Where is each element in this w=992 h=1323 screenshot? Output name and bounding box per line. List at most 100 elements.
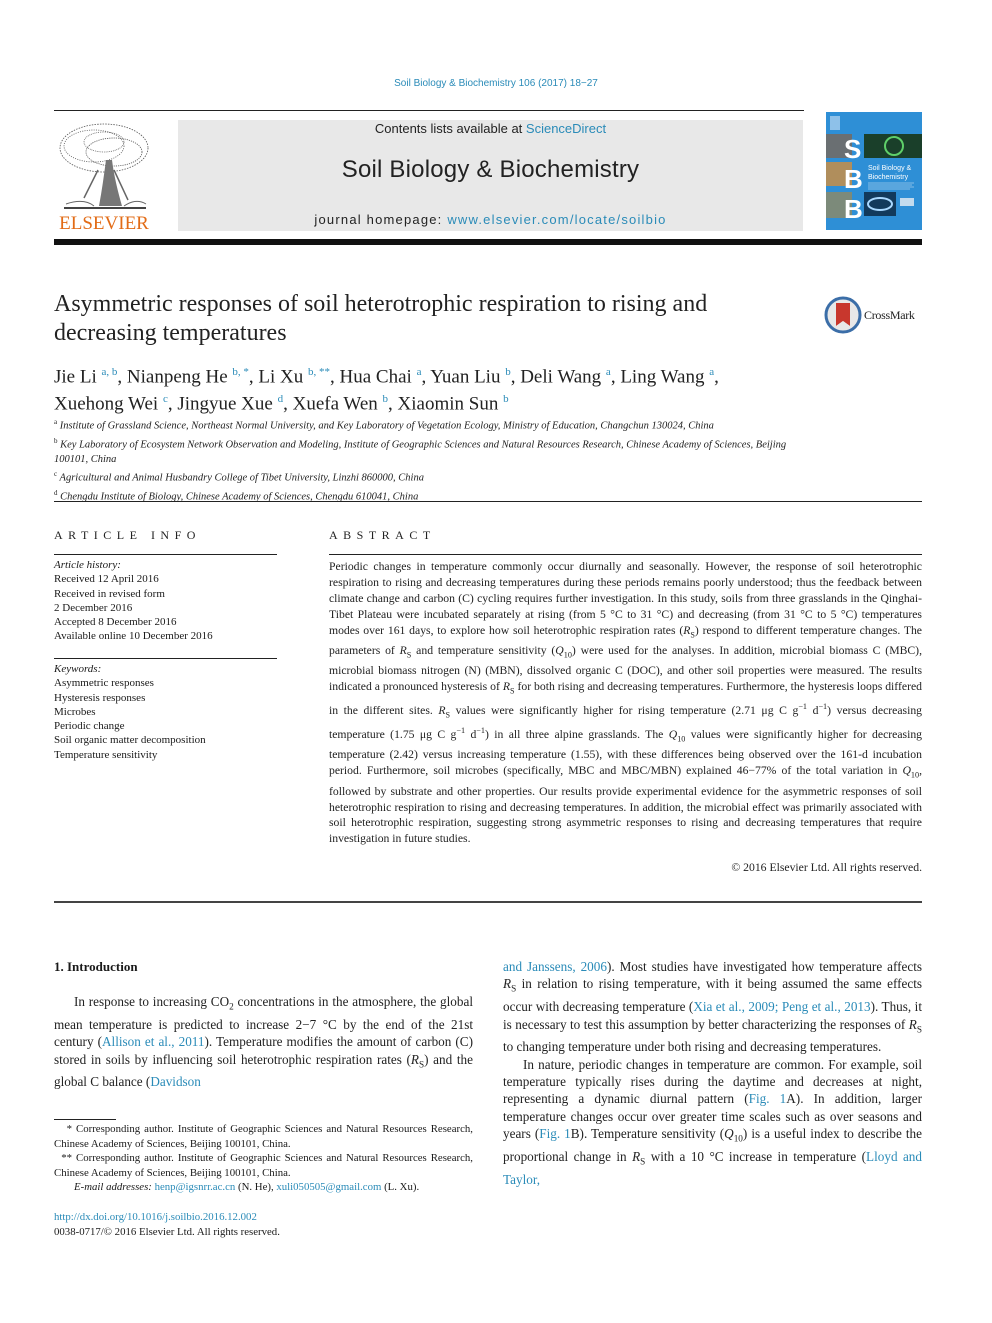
author-affiliation-mark[interactable]: a, b <box>102 366 118 378</box>
citation-link[interactable]: Lloyd and Taylor, <box>503 1149 922 1187</box>
history-item: 2 December 2016 <box>54 601 133 614</box>
section-heading-introduction: 1. Introduction <box>54 959 138 974</box>
footnotes: * Corresponding author. Institute of Geog… <box>54 1122 473 1195</box>
doi-link[interactable]: http://dx.doi.org/10.1016/j.soilbio.2016… <box>54 1210 280 1225</box>
math-symbol: RS <box>632 1148 646 1167</box>
sciencedirect-link[interactable]: ScienceDirect <box>526 121 606 136</box>
cover-title-2: Biochemistry <box>868 174 909 181</box>
elsevier-wordmark: ELSEVIER <box>59 213 149 234</box>
email-link-xu[interactable]: xuli050505@gmail.com <box>276 1181 381 1193</box>
article-info-heading: ARTICLE INFO <box>54 528 201 542</box>
elsevier-logo[interactable]: ELSEVIER <box>54 120 154 235</box>
intro-paragraph-1-cont: and Janssens, 2006). Most studies have i… <box>503 959 922 1055</box>
footnote-text: Corresponding author. Institute of Geogr… <box>54 1152 473 1179</box>
author-name[interactable]: Xuefa Wen <box>293 394 383 415</box>
math-symbol: RS <box>908 1016 922 1035</box>
affiliation-item: b Key Laboratory of Ecosystem Network Ob… <box>54 436 787 465</box>
keywords-rule <box>54 658 277 659</box>
author-name[interactable]: Nianpeng He <box>127 366 233 387</box>
author-affiliation-mark[interactable]: a <box>709 366 714 378</box>
journal-name: Soil Biology & Biochemistry <box>341 156 640 183</box>
affiliation-item: a Institute of Grassland Science, Northe… <box>54 418 714 432</box>
intro-paragraph-1: In response to increasing CO2 concentrat… <box>54 994 473 1090</box>
author-name[interactable]: Hua Chai <box>340 366 417 387</box>
email-label: E-mail addresses: <box>74 1181 152 1194</box>
article-info-rule <box>54 554 277 555</box>
author-affiliation-mark[interactable]: b, * <box>232 366 249 378</box>
author-affiliation-mark[interactable]: b <box>383 393 389 405</box>
cover-text-lines <box>868 182 914 190</box>
citation-link[interactable]: Xia et al., 2009; Peng et al., 2013 <box>693 999 870 1014</box>
footnote-mark: * <box>66 1123 72 1135</box>
email-owner: (L. Xu). <box>381 1181 420 1194</box>
citation-link[interactable]: and Janssens, 2006 <box>503 959 607 974</box>
history-item: Received in revised form <box>54 587 165 600</box>
cover-letter-b1: B <box>844 164 863 194</box>
author-affiliation-mark[interactable]: b <box>505 366 511 378</box>
superscript: −1 <box>818 702 828 712</box>
doi-block: http://dx.doi.org/10.1016/j.soilbio.2016… <box>54 1210 280 1240</box>
intro-paragraph-2: In nature, periodic changes in temperatu… <box>503 1056 923 1187</box>
author-affiliation-mark[interactable]: c <box>163 393 168 405</box>
citation-link[interactable]: Allison et al., 2011 <box>102 1034 205 1049</box>
author-name[interactable]: Ling Wang <box>620 366 709 387</box>
author-name[interactable]: Xiaomin Sun <box>398 394 504 415</box>
email-link-he[interactable]: henp@igsnrr.ac.cn <box>155 1181 236 1193</box>
homepage-line: journal homepage: www.elsevier.com/locat… <box>178 212 803 227</box>
affiliation-item: d Chengdu Institute of Biology, Chinese … <box>54 489 419 503</box>
author-affiliation-mark[interactable]: a <box>417 366 422 378</box>
footnote-text: Corresponding author. Institute of Geogr… <box>54 1123 473 1150</box>
homepage-link[interactable]: www.elsevier.com/locate/soilbio <box>447 212 666 227</box>
article-title: Asymmetric responses of soil heterotroph… <box>54 291 708 346</box>
keyword-item: Microbes <box>54 705 96 718</box>
author-affiliation-mark[interactable]: b, ** <box>308 366 330 378</box>
abstract-copyright: © 2016 Elsevier Ltd. All rights reserved… <box>731 861 922 874</box>
crossmark-button[interactable]: CrossMark <box>824 296 934 336</box>
author-name[interactable]: Yuan Liu <box>430 366 505 387</box>
author-name[interactable]: Jingyue Xue <box>177 394 277 415</box>
footnote-corresponding-1: * Corresponding author. Institute of Geog… <box>54 1122 473 1151</box>
keyword-item: Hysteresis responses <box>54 691 146 704</box>
homepage-prefix: journal homepage: <box>314 212 448 227</box>
superscript: −1 <box>476 726 485 736</box>
citation-link[interactable]: Fig. 1 <box>539 1126 571 1141</box>
math-symbol: RS <box>438 704 451 720</box>
body-column-left: In response to increasing CO2 concentrat… <box>54 993 473 1091</box>
journal-cover[interactable]: S B B Soil Biology & Biochemistry <box>826 112 922 230</box>
author-name[interactable]: Deli Wang <box>520 366 606 387</box>
cover-title-1: Soil Biology & <box>868 165 912 172</box>
author-name[interactable]: Jie Li <box>54 366 102 387</box>
affiliation-list: a Institute of Grassland Science, Northe… <box>54 415 814 505</box>
keywords-label: Keywords: <box>54 663 102 675</box>
cover-letter-s: S <box>844 134 861 164</box>
math-symbol: Q10 <box>902 764 920 780</box>
author-name[interactable]: Xuehong Wei <box>54 394 163 415</box>
math-symbol: Q10 <box>668 728 686 744</box>
history-label: Article history: <box>54 559 121 571</box>
footnote-emails: E-mail addresses: henp@igsnrr.ac.cn (N. … <box>54 1180 473 1195</box>
author-name[interactable]: Li Xu <box>258 366 308 387</box>
math-symbol: Q10 <box>724 1125 743 1144</box>
journal-cover-image: S B B Soil Biology & Biochemistry <box>826 116 922 224</box>
affiliation-item: c Agricultural and Animal Husbandry Coll… <box>54 470 424 484</box>
article-history: Article history: Received 12 April 2016 … <box>54 558 277 644</box>
keyword-item: Periodic change <box>54 720 125 733</box>
issn-line: 0038-0717/© 2016 Elsevier Ltd. All right… <box>54 1226 280 1238</box>
author-affiliation-mark[interactable]: b <box>503 393 509 405</box>
contents-line: Contents lists available at ScienceDirec… <box>178 121 803 136</box>
crossmark-label: CrossMark <box>864 308 915 322</box>
superscript: −1 <box>798 702 808 712</box>
history-item: Accepted 8 December 2016 <box>54 616 177 629</box>
journal-citation[interactable]: Soil Biology & Biochemistry 106 (2017) 1… <box>0 78 992 89</box>
math-symbol: RS <box>683 623 695 639</box>
header-thick-rule <box>54 239 922 245</box>
contents-prefix: Contents lists available at <box>374 121 526 136</box>
footnote-mark: ** <box>61 1152 72 1165</box>
cover-letter-b2: B <box>844 194 863 224</box>
keyword-item: Asymmetric responses <box>54 677 154 690</box>
author-affiliation-mark[interactable]: a <box>606 366 611 378</box>
citation-link[interactable]: Davidson <box>150 1074 201 1089</box>
author-affiliation-mark[interactable]: d <box>278 393 284 405</box>
abstract-bottom-rule <box>54 901 922 903</box>
citation-link[interactable]: Fig. 1 <box>749 1091 787 1106</box>
